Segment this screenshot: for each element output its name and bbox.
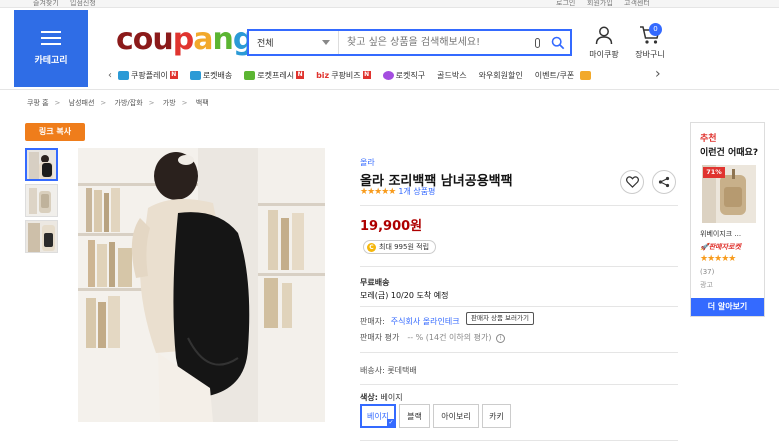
product-price: 19,900원 [360, 219, 423, 234]
search-scope-value: 전체 [257, 39, 274, 49]
divider [360, 352, 678, 353]
my-coupang-label: 마이쿠팡 [589, 50, 619, 59]
rocket-badge: 🚀판매자로켓 [700, 243, 741, 251]
nav-item-rocket-global[interactable]: 로켓직구 [382, 70, 425, 81]
seller-name-link[interactable]: 주식회사 올라인테크 [391, 317, 460, 326]
rocket-fresh-icon [244, 70, 256, 80]
option-khaki[interactable]: 카키 [482, 404, 511, 428]
coupang-logo[interactable]: coupang [116, 22, 254, 57]
nav-item-coupang-play[interactable]: 쿠팡플레이 N [118, 70, 178, 81]
delivery-company: 배송사: 롯데택배 [360, 366, 417, 375]
shipping-eta: 모레(금) 10/20 도착 예정 [360, 291, 449, 300]
check-icon: ✓ [387, 419, 395, 427]
info-icon[interactable]: ! [496, 334, 506, 343]
play-icon [118, 70, 129, 80]
rocket-icon [189, 70, 201, 80]
star-rating-icon: ★★★★★ [360, 186, 396, 197]
recommend-review-count: (37) [700, 268, 715, 276]
search-input[interactable] [339, 31, 528, 54]
cart-label: 장바구니 [635, 50, 665, 59]
divider [360, 384, 678, 385]
nav-prev-icon[interactable]: ‹ [108, 70, 112, 81]
cart-button[interactable]: 0 장바구니 [630, 23, 670, 60]
gift-icon [580, 70, 592, 80]
thumbnail-3[interactable] [25, 220, 58, 253]
option-black[interactable]: 블랙 [399, 404, 430, 428]
nav-item-rocket-delivery[interactable]: 로켓배송 [189, 70, 232, 81]
signup-link[interactable]: 회원가입 [587, 0, 613, 7]
top-utility-bar: 즐겨찾기 입점신청 로그인 회원가입 고객센터 [0, 0, 779, 8]
search-icon[interactable] [546, 31, 570, 54]
review-count-link[interactable]: 1개 상품평 [398, 186, 435, 197]
seller-products-tooltip[interactable]: 판매자 상품 보러가기 [466, 312, 534, 325]
mic-icon[interactable] [528, 31, 546, 54]
seller-info: 판매자: 주식회사 올라인테크 [360, 317, 460, 326]
nav-item-coupang-biz[interactable]: biz 쿠팡비즈 N [316, 70, 371, 81]
nav-item-goldbox[interactable]: 골드박스 [437, 70, 466, 81]
seller-signup-link[interactable]: 입점신청 [70, 0, 96, 7]
see-more-button[interactable]: 더 알아보기 [691, 298, 764, 316]
category-label: 카테고리 [34, 56, 68, 66]
thumbnail-1[interactable] [25, 148, 58, 181]
color-option-label: 색상: 베이지 [360, 393, 403, 402]
customer-center-link[interactable]: 고객센터 [624, 0, 650, 7]
seller-rating: 판매자 평가 -- % (14건 이하의 평가) ! [360, 332, 506, 343]
divider [360, 440, 678, 441]
header-divider [0, 89, 779, 90]
share-icon[interactable] [652, 170, 676, 194]
ad-label: 광고 [700, 281, 713, 289]
link-copy-button[interactable]: 링크 복사 [25, 123, 85, 141]
nav-item-events[interactable]: 이벤트/쿠폰 [535, 70, 594, 81]
login-link[interactable]: 로그인 [556, 0, 575, 7]
globe-icon [382, 70, 394, 80]
breadcrumb-item[interactable]: 가방 [163, 99, 176, 107]
discount-badge: 71% [703, 167, 725, 178]
recommend-product-name[interactable]: 위베이지크 ... [700, 229, 741, 239]
user-icon [595, 26, 613, 45]
option-ivory[interactable]: 아이보리 [433, 404, 479, 428]
option-beige[interactable]: 베이지 ✓ [360, 404, 396, 428]
cart-count-badge: 0 [649, 23, 662, 36]
recommend-subtitle: 이런건 어때요? [700, 148, 759, 158]
product-main-image[interactable] [78, 148, 325, 422]
nav-item-wow-discount[interactable]: 와우회원할인 [479, 70, 523, 81]
divider [360, 266, 678, 267]
breadcrumb: 쿠팡 홈 > 남성패션 > 가방/잡화 > 가방 > 백팩 [27, 99, 209, 107]
chevron-down-icon [322, 40, 330, 45]
breadcrumb-item[interactable]: 남성패션 [69, 99, 95, 107]
recommend-title: 추천 [700, 134, 717, 144]
divider [360, 306, 678, 307]
brand-link[interactable]: 올라 [360, 157, 375, 168]
nav-next-icon[interactable]: › [655, 66, 661, 82]
category-button[interactable]: 카테고리 [14, 10, 88, 87]
category-nav: ‹ 쿠팡플레이 N 로켓배송 로켓프레시 N biz 쿠팡비즈 N 로켓직구 골드박스 … [108, 66, 668, 84]
search-scope-select[interactable]: 전체 [249, 31, 339, 54]
breadcrumb-item[interactable]: 백팩 [196, 99, 209, 107]
coin-icon: C [367, 242, 376, 252]
wishlist-heart-icon[interactable] [620, 170, 644, 194]
recommend-stars: ★★★★★ [700, 254, 736, 264]
shipping-title: 무료배송 [360, 278, 390, 287]
breadcrumb-item[interactable]: 가방/잡화 [115, 99, 143, 107]
search-bar: 전체 [247, 29, 572, 56]
thumbnail-2[interactable] [25, 184, 58, 217]
bookmark-link[interactable]: 즐겨찾기 [33, 0, 59, 7]
menu-icon [41, 31, 61, 45]
my-coupang-button[interactable]: 마이쿠팡 [586, 25, 622, 60]
divider [360, 205, 678, 206]
product-rating: ★★★★★ 1개 상품평 [360, 186, 435, 197]
nav-item-rocket-fresh[interactable]: 로켓프레시 N [244, 70, 305, 81]
breadcrumb-home[interactable]: 쿠팡 홈 [27, 99, 49, 107]
recommendation-panel: 추천 이런건 어때요? 71% 위베이지크 ... 🚀판매자로켓 ★★★★★ (… [690, 122, 765, 317]
cashback-badge: C 최대 995원 적립 [363, 240, 437, 254]
rocket-icon: 🚀 [700, 243, 709, 251]
